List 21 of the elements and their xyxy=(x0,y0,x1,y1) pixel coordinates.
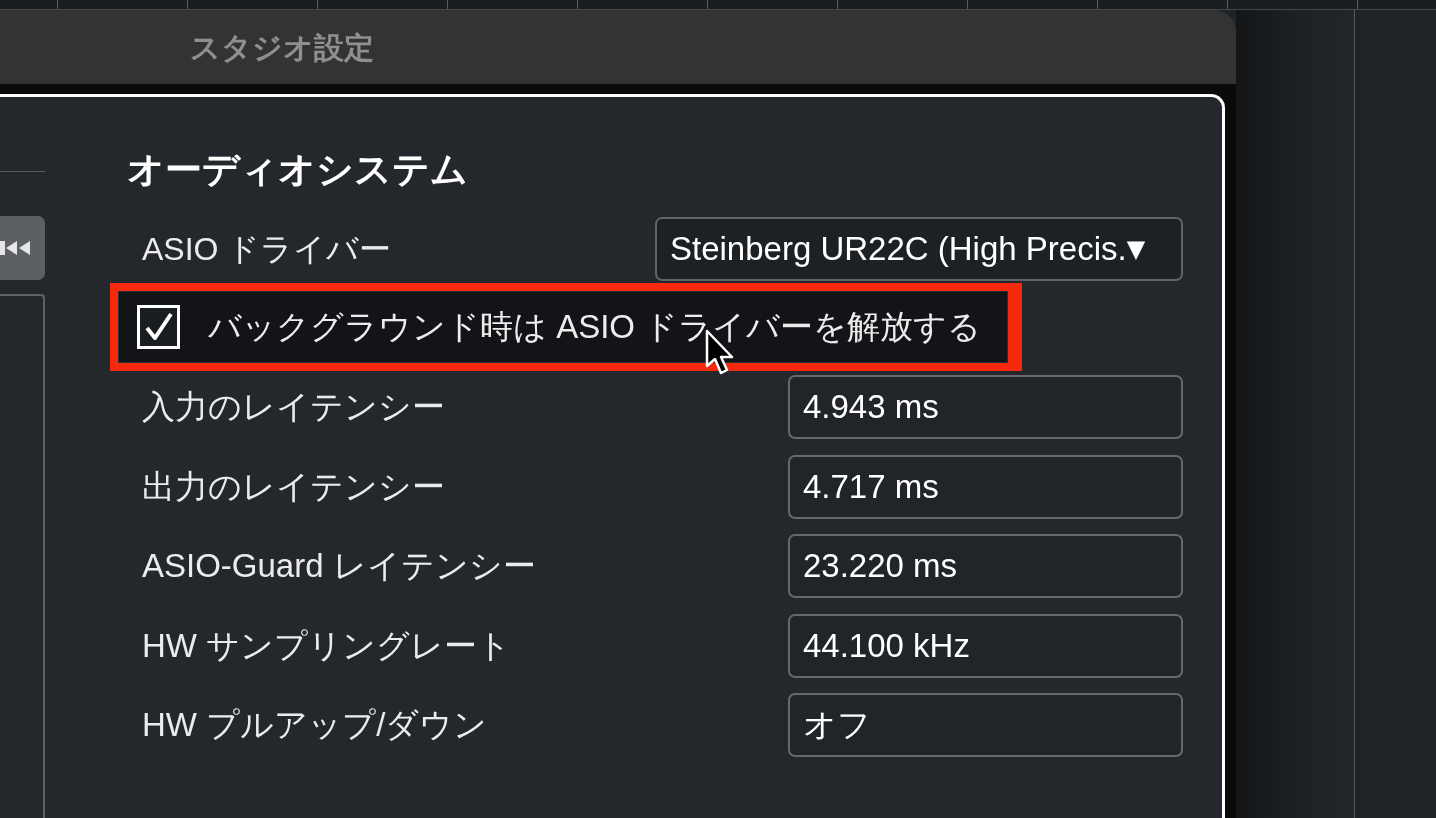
driver-dropdown[interactable]: Steinberg UR22C (High Precis.▼ xyxy=(655,217,1183,281)
setting-label: ASIO-Guard レイテンシー xyxy=(141,546,536,587)
value-readout: オフ xyxy=(788,693,1183,757)
checkmark-icon xyxy=(143,312,174,342)
option-row[interactable]: バックグラウンド時は ASIO ドライバーを解放する xyxy=(118,291,1008,363)
section-heading: オーディオシステム xyxy=(126,148,469,192)
setting-label: HW プルアップ/ダウン xyxy=(141,705,488,746)
setting-label: 出力のレイテンシー xyxy=(141,466,445,507)
window-title: スタジオ設定 xyxy=(190,29,374,66)
checkbox[interactable] xyxy=(137,305,180,349)
caret-icon: ▼ xyxy=(1126,231,1146,267)
skip-to-start-button[interactable] xyxy=(0,216,45,280)
setting-label: HW サンプリングレート xyxy=(141,625,512,666)
value-readout: 23.220 ms xyxy=(788,534,1183,598)
value-readout: 4.717 ms xyxy=(788,454,1183,519)
setting-label: ASIO ドライバー xyxy=(141,230,392,269)
value-readout: 44.100 kHz xyxy=(788,613,1183,678)
option-label: バックグラウンド時は ASIO ドライバーを解放する xyxy=(208,307,982,348)
skip-to-start-icon xyxy=(0,240,33,256)
setting-label: 入力のレイテンシー xyxy=(141,387,445,428)
value-readout: 4.943 ms xyxy=(788,375,1183,439)
